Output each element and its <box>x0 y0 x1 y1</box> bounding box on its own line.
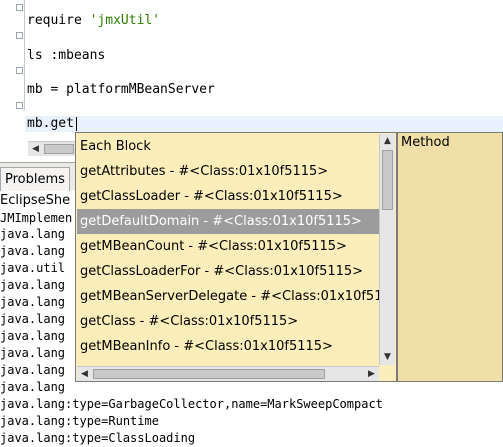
info-label: Method <box>401 135 450 150</box>
editor-gutter <box>0 0 14 140</box>
code-text: mb.get <box>27 116 74 131</box>
code-line[interactable]: mb = platformMBeanServer <box>27 82 215 98</box>
code-completion-popup[interactable]: Each Block getAttributes - #<Class:01x10… <box>75 132 397 382</box>
arrow-left-icon[interactable]: ◀ <box>77 367 92 381</box>
tab-label: Problems <box>5 172 65 187</box>
completion-horizontal-scrollbar[interactable]: ◀ ▶ <box>77 366 379 381</box>
console-header: JMImplemen <box>0 211 73 225</box>
completion-item[interactable]: getDefaultDomain - #<Class:01x10f5115> <box>77 209 379 234</box>
fold-marker-icon[interactable] <box>16 67 23 74</box>
console-line: java.lang:type=Runtime <box>0 414 159 428</box>
text-caret <box>76 117 77 131</box>
arrow-right-icon[interactable]: ▶ <box>364 367 379 381</box>
arrow-left-icon[interactable]: ◀ <box>28 142 43 156</box>
scrollbar-thumb[interactable] <box>382 150 393 210</box>
completion-info-panel: Method <box>397 132 503 382</box>
completion-item[interactable]: getClassLoaderFor - #<Class:01x10f5115> <box>77 259 379 284</box>
editor-ruler <box>24 0 25 110</box>
scrollbar-thumb[interactable] <box>44 144 74 154</box>
arrow-up-icon[interactable]: ▲ <box>380 134 395 149</box>
completion-vertical-scrollbar[interactable]: ▲ ▼ <box>379 134 395 365</box>
console-line: java.lang:type=GarbageCollector,name=Mar… <box>0 397 383 411</box>
completion-item[interactable]: getAttributes - #<Class:01x10f5115> <box>77 159 379 184</box>
fold-marker-icon[interactable] <box>16 4 23 11</box>
arrow-down-icon[interactable]: ▼ <box>380 350 395 365</box>
console-line: java.lang:type=ClassLoading <box>0 431 196 445</box>
code-line[interactable]: ls :mbeans <box>27 48 105 64</box>
code-editor[interactable]: require 'jmxUtil' ls :mbeans mb = platfo… <box>0 0 503 140</box>
scrollbar-thumb[interactable] <box>93 369 325 379</box>
fold-marker-icon[interactable] <box>16 102 23 109</box>
code-text: ls :mbeans <box>27 48 106 63</box>
completion-item[interactable]: Each Block <box>77 134 379 159</box>
completion-item[interactable]: getMBeanCount - #<Class:01x10f5115> <box>77 234 379 259</box>
completion-item[interactable]: getClassLoader - #<Class:01x10f5115> <box>77 184 379 209</box>
view-title: EclipseShe <box>0 193 71 208</box>
fold-marker-icon[interactable] <box>16 32 23 39</box>
code-text: mb = platformMBeanServer <box>27 82 215 97</box>
completion-list[interactable]: Each Block getAttributes - #<Class:01x10… <box>77 134 379 366</box>
completion-item[interactable]: getMBeanServerDelegate - #<Class:01x10f5… <box>77 284 379 309</box>
code-line[interactable]: mb.get <box>27 116 74 132</box>
current-line-highlight <box>25 116 503 132</box>
completion-item[interactable]: getMBeanInfo - #<Class:01x10f5115> <box>77 334 379 359</box>
tab-problems[interactable]: Problems <box>0 167 70 191</box>
code-text: require <box>27 13 90 28</box>
code-line[interactable]: require 'jmxUtil' <box>27 13 160 29</box>
completion-item[interactable]: getClass - #<Class:01x10f5115> <box>77 309 379 334</box>
string-literal: 'jmxUtil' <box>89 13 161 28</box>
